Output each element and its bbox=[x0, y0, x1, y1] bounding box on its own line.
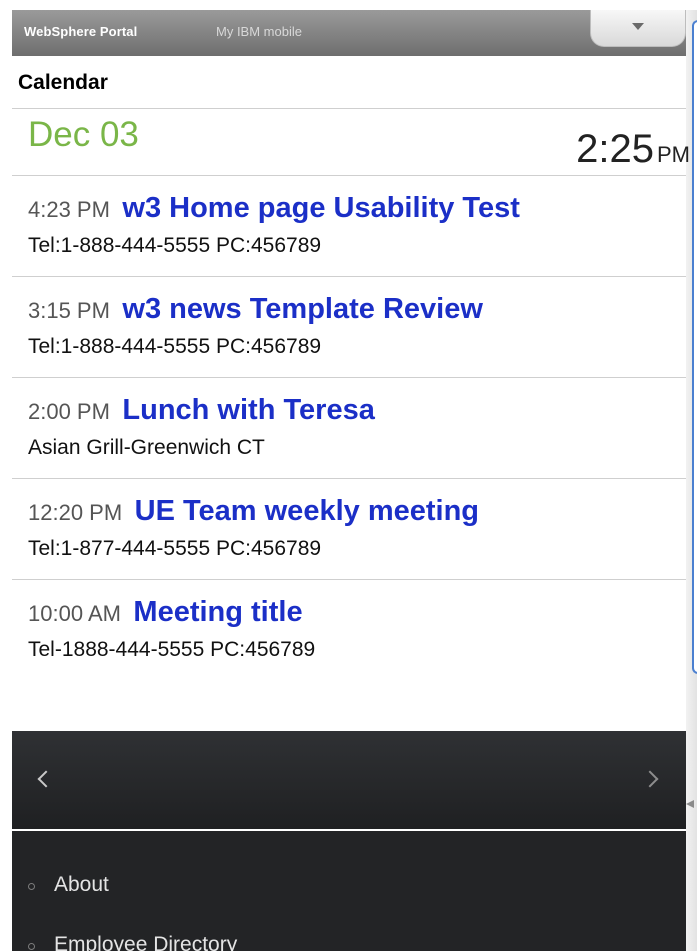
menu-item-label: About bbox=[54, 873, 109, 896]
bullet-icon bbox=[28, 883, 35, 890]
event-title-link[interactable]: w3 Home page Usability Test bbox=[122, 192, 520, 224]
event-detail: Tel:1-888-444-5555 PC:456789 bbox=[28, 335, 322, 358]
event-list: 4:23 PM w3 Home page Usability Test Tel:… bbox=[12, 176, 686, 680]
event-item[interactable]: 2:00 PM Lunch with Teresa Asian Grill-Gr… bbox=[12, 378, 686, 479]
top-bar: WebSphere Portal My IBM mobile bbox=[12, 10, 686, 57]
menu-item-label: Employee Directory bbox=[54, 933, 238, 951]
chevron-right-icon bbox=[641, 770, 659, 788]
event-line: 10:00 AM Meeting title bbox=[28, 596, 303, 629]
date-time-row: Dec 03 2:25 PM bbox=[12, 109, 690, 176]
event-time: 4:23 PM bbox=[28, 197, 110, 222]
event-time: 10:00 AM bbox=[28, 601, 121, 626]
event-time: 2:00 PM bbox=[28, 399, 110, 424]
event-title-link[interactable]: w3 news Template Review bbox=[122, 293, 483, 325]
menu-item-employee-directory[interactable]: Employee Directory bbox=[12, 919, 686, 951]
event-detail: Tel-1888-444-5555 PC:456789 bbox=[28, 638, 316, 661]
my-ibm-mobile-link[interactable]: My IBM mobile bbox=[216, 24, 302, 39]
menu-dropdown-button[interactable] bbox=[590, 10, 686, 47]
event-item[interactable]: 12:20 PM UE Team weekly meeting Tel:1-87… bbox=[12, 479, 686, 580]
event-item[interactable]: 4:23 PM w3 Home page Usability Test Tel:… bbox=[12, 176, 686, 277]
event-line: 3:15 PM w3 news Template Review bbox=[28, 293, 483, 326]
event-title-link[interactable]: Meeting title bbox=[133, 596, 302, 628]
bullet-icon bbox=[28, 943, 35, 950]
calendar-header: Calendar bbox=[12, 56, 686, 109]
event-item[interactable]: 3:15 PM w3 news Template Review Tel:1-88… bbox=[12, 277, 686, 378]
time-value: 2:25 bbox=[576, 127, 654, 171]
event-time: 3:15 PM bbox=[28, 298, 110, 323]
current-time: 2:25 PM bbox=[576, 127, 690, 172]
brand-label[interactable]: WebSphere Portal bbox=[24, 24, 137, 39]
page-title: Calendar bbox=[18, 71, 108, 94]
event-detail: Tel:1-888-444-5555 PC:456789 bbox=[28, 234, 322, 257]
app-screen: WebSphere Portal My IBM mobile Calendar … bbox=[0, 0, 697, 951]
event-time: 12:20 PM bbox=[28, 500, 123, 525]
chevron-left-icon bbox=[37, 770, 55, 788]
event-detail: Asian Grill-Greenwich CT bbox=[28, 436, 265, 459]
event-detail: Tel:1-877-444-5555 PC:456789 bbox=[28, 537, 322, 560]
event-title-link[interactable]: Lunch with Teresa bbox=[122, 394, 374, 426]
pointer-arrow-icon bbox=[686, 800, 694, 808]
previous-button[interactable] bbox=[26, 761, 62, 797]
footer-menu: About Employee Directory bbox=[12, 831, 686, 951]
event-line: 12:20 PM UE Team weekly meeting bbox=[28, 495, 479, 528]
time-ampm: PM bbox=[657, 142, 690, 167]
event-title-link[interactable]: UE Team weekly meeting bbox=[135, 495, 479, 527]
event-line: 4:23 PM w3 Home page Usability Test bbox=[28, 192, 520, 225]
event-line: 2:00 PM Lunch with Teresa bbox=[28, 394, 375, 427]
menu-item-about[interactable]: About bbox=[12, 859, 686, 915]
next-button[interactable] bbox=[636, 761, 672, 797]
background-panel-frame bbox=[692, 20, 697, 674]
chevron-down-icon bbox=[632, 23, 644, 30]
pager-bar bbox=[12, 731, 686, 831]
current-date: Dec 03 bbox=[28, 115, 139, 154]
event-item[interactable]: 10:00 AM Meeting title Tel-1888-444-5555… bbox=[12, 580, 686, 680]
